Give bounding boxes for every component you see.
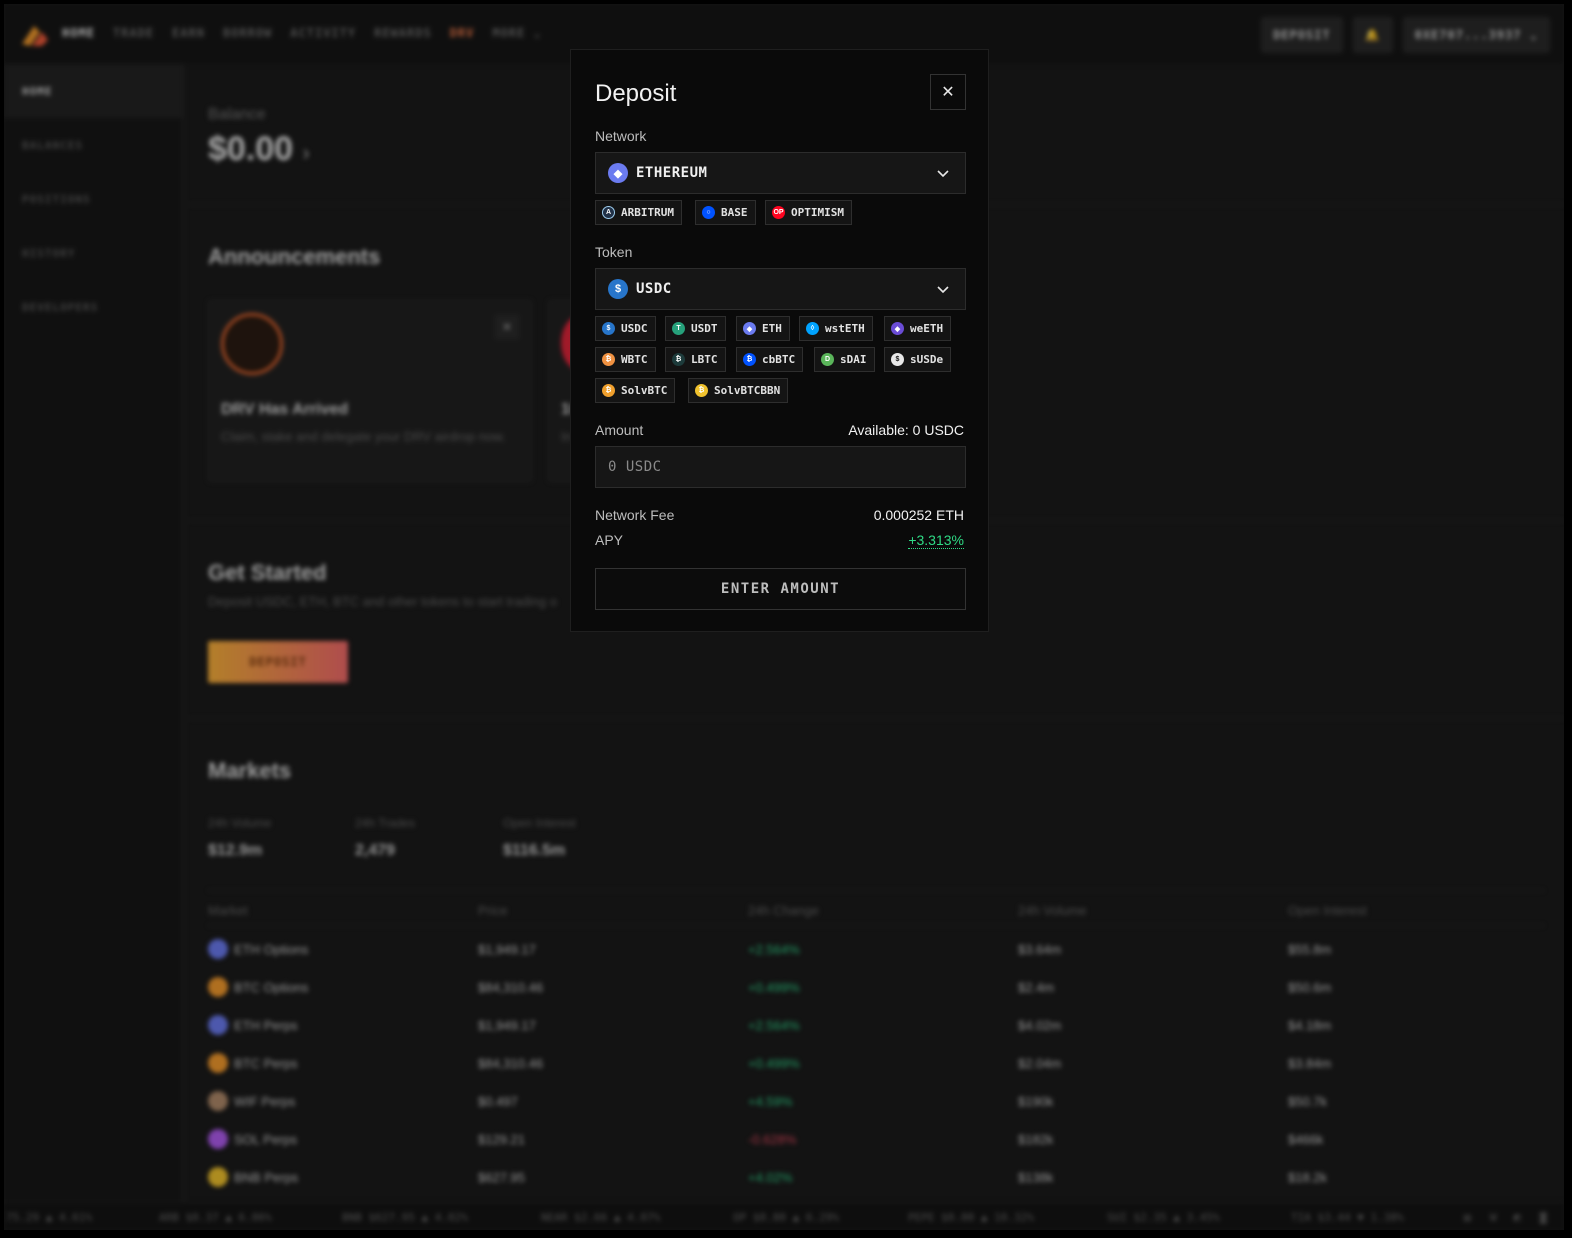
chip-label: SolvBTC [621,384,668,397]
wsteth-icon: ◊ [806,322,819,335]
network-chip-optimism[interactable]: OP OPTIMISM [765,200,852,225]
apy-value-wrapper: +3.313% [908,532,964,549]
enter-amount-button[interactable]: ENTER AMOUNT [595,568,966,610]
network-select[interactable]: ◆ ETHEREUM [595,152,966,194]
chip-label: USDC [621,322,648,335]
susde-icon: $ [891,353,904,366]
token-chip-weeth[interactable]: ◆ weETH [884,316,952,341]
token-chip-solvbtcbbn[interactable]: ₿ SolvBTCBBN [688,378,789,403]
token-chip-wbtc[interactable]: ₿ WBTC [595,347,656,372]
chip-label: OPTIMISM [791,206,844,219]
base-icon: ○ [702,206,715,219]
close-button[interactable]: ✕ [930,74,966,110]
network-fee-label: Network Fee [595,507,675,523]
network-selected: ETHEREUM [636,165,708,181]
token-chip-usdt[interactable]: T USDT [665,316,726,341]
available-balance[interactable]: Available: 0 USDC [848,422,964,438]
usdt-icon: T [672,322,685,335]
chip-label: BASE [721,206,748,219]
chip-label: sUSDe [910,353,944,366]
token-chip-susde[interactable]: $ sUSDe [884,347,952,372]
token-select[interactable]: $ USDC [595,268,966,310]
apy-label: APY [595,532,624,548]
eth-icon: ◆ [743,322,756,335]
amount-label: Amount [595,422,644,438]
chip-label: ARBITRUM [621,206,674,219]
solvbtcbbn-icon: ₿ [695,384,708,397]
chevron-down-icon [937,286,949,294]
chip-label: USDT [691,322,718,335]
chip-label: LBTC [691,353,718,366]
optimism-icon: OP [772,206,785,219]
arbitrum-icon: A [602,206,615,219]
token-chip-wsteth[interactable]: ◊ wstETH [799,316,873,341]
usdc-icon: $ [608,279,628,299]
sdai-icon: D [821,353,834,366]
cbbtc-icon: ₿ [743,353,756,366]
amount-input[interactable] [595,446,966,488]
network-fee-value: 0.000252 ETH [873,507,964,523]
network-chip-arbitrum[interactable]: A ARBITRUM [595,200,682,225]
chip-label: weETH [910,322,944,335]
wbtc-icon: ₿ [602,353,615,366]
token-chip-eth[interactable]: ◆ ETH [736,316,790,341]
chip-label: ETH [762,322,782,335]
chip-label: SolvBTCBBN [714,384,781,397]
ethereum-icon: ◆ [608,163,628,183]
network-label: Network [595,128,647,144]
token-chip-lbtc[interactable]: ₿ LBTC [665,347,726,372]
token-chip-usdc[interactable]: $ USDC [595,316,656,341]
lbtc-icon: ₿ [672,353,685,366]
deposit-modal: Deposit ✕ Network ◆ ETHEREUM A ARBITRUM ○… [570,49,989,632]
modal-title: Deposit [595,80,677,107]
token-selected: USDC [636,281,672,297]
chevron-down-icon [937,170,949,178]
chip-label: wstETH [825,322,865,335]
token-chip-solvbtc[interactable]: ₿ SolvBTC [595,378,676,403]
chip-label: cbBTC [762,353,796,366]
token-chip-cbbtc[interactable]: ₿ cbBTC [736,347,804,372]
token-label: Token [595,244,633,260]
usdc-icon: $ [602,322,615,335]
apy-value[interactable]: +3.313% [908,532,964,549]
close-icon: ✕ [941,84,955,101]
chip-label: WBTC [621,353,648,366]
network-chip-base[interactable]: ○ BASE [695,200,756,225]
chip-label: sDAI [840,353,867,366]
token-chip-sdai[interactable]: DsDAI [814,347,875,372]
solvbtc-icon: ₿ [602,384,615,397]
weeth-icon: ◆ [891,322,904,335]
